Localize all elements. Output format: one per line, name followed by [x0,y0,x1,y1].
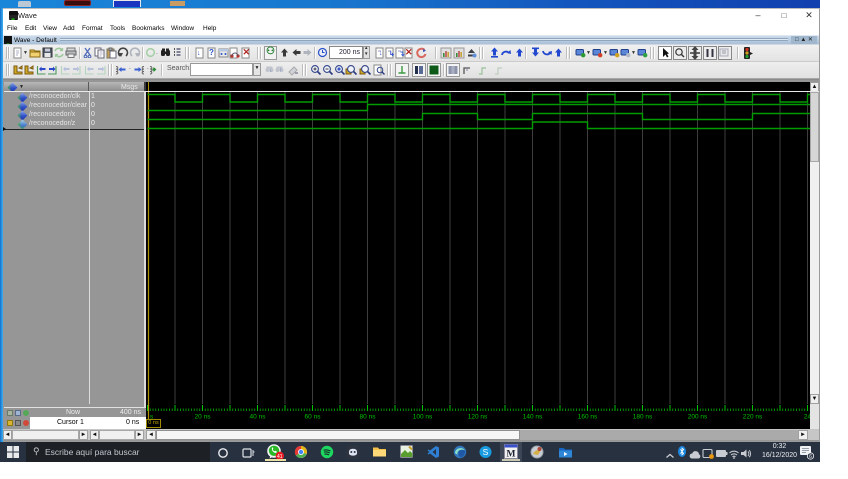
svg-text:M: M [507,450,516,460]
svg-text:6: 6 [809,454,812,460]
svg-text:S: S [483,447,489,457]
